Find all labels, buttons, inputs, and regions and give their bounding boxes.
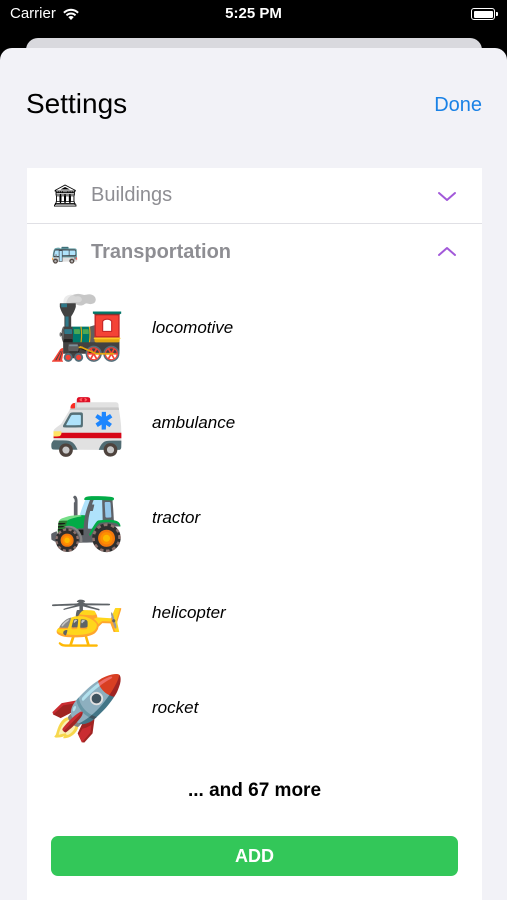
list-item[interactable]: 🚁 helicopter	[27, 565, 482, 660]
list-item[interactable]: 🚜 tractor	[27, 470, 482, 565]
item-label: locomotive	[152, 318, 234, 337]
chevron-up-icon	[438, 247, 456, 256]
add-button[interactable]: ADD	[51, 836, 458, 876]
section-header-transportation[interactable]: 🚌 Transportation	[27, 224, 482, 280]
item-label: helicopter	[152, 603, 226, 622]
item-label: ambulance	[152, 413, 236, 432]
list-item[interactable]: 🚀 rocket	[27, 660, 482, 755]
list-item[interactable]: 🚑 ambulance	[27, 375, 482, 470]
ambulance-icon: 🚑	[48, 389, 126, 458]
settings-card: 🏛 Buildings 🚌 Transportation 🚂 locomotiv…	[27, 168, 482, 900]
done-button[interactable]: Done	[434, 94, 482, 117]
rocket-icon: 🚀	[48, 674, 126, 743]
settings-sheet: Settings Done 🏛 Buildings 🚌 Transportati…	[0, 48, 507, 900]
helicopter-icon: 🚁	[48, 579, 126, 648]
section-label: Transportation	[91, 240, 232, 263]
more-items-text: ... and 67 more	[187, 780, 322, 801]
list-item[interactable]: 🚂 locomotive	[27, 280, 482, 375]
battery-fill	[473, 10, 493, 18]
item-label: tractor	[152, 508, 201, 527]
status-bar: Carrier 5:25 PM	[0, 0, 507, 30]
battery-icon	[471, 8, 498, 20]
locomotive-icon: 🚂	[48, 294, 126, 363]
status-time: 5:25 PM	[225, 5, 282, 22]
chevron-down-icon	[438, 192, 456, 201]
item-label: rocket	[152, 698, 199, 717]
section-label: Buildings	[91, 184, 173, 206]
section-header-buildings[interactable]: 🏛 Buildings	[27, 168, 482, 224]
page-title: Settings	[26, 88, 128, 119]
bus-icon: 🚌	[51, 239, 79, 264]
classical-building-icon: 🏛	[51, 182, 79, 208]
tractor-icon: 🚜	[48, 484, 126, 553]
